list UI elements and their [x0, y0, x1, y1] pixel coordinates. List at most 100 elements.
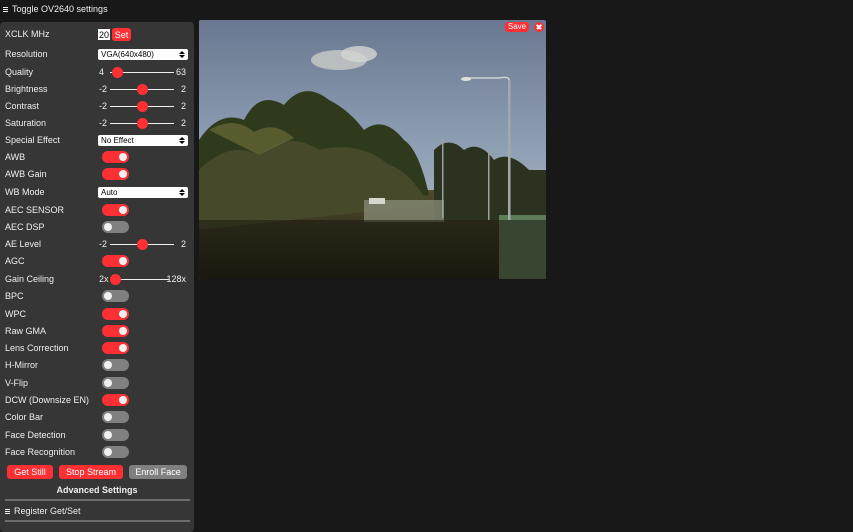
toggle-knob — [119, 327, 127, 335]
gain-ceiling-max: 128x — [166, 274, 186, 284]
camera-scene — [199, 20, 546, 279]
ae-level-label: AE Level — [5, 239, 42, 249]
advanced-settings-title: Advanced Settings — [56, 485, 138, 495]
quality-slider[interactable] — [110, 67, 174, 78]
awb-gain-toggle[interactable] — [102, 168, 129, 180]
gain-ceiling-label: Gain Ceiling — [5, 274, 55, 284]
toggle-knob — [119, 153, 127, 161]
face-recognition-row: Face Recognition — [5, 444, 191, 461]
toggle-knob — [119, 206, 127, 214]
saturation-row: Saturation -2 2 — [5, 115, 191, 132]
dcw-label: DCW (Downsize EN) — [5, 395, 90, 405]
ae-level-slider[interactable] — [110, 239, 174, 250]
toggle-knob — [104, 223, 112, 231]
gain-ceiling-slider-knob[interactable] — [110, 274, 121, 285]
quality-slider-knob[interactable] — [111, 67, 123, 78]
resolution-label: Resolution — [5, 49, 48, 59]
wpc-row: WPC — [5, 306, 191, 323]
brightness-slider-knob[interactable] — [137, 84, 148, 95]
divider — [5, 499, 190, 501]
toggle-knob — [104, 379, 112, 387]
special-effect-select[interactable]: No Effect — [98, 135, 188, 146]
settings-panel: XCLK MHz Set Resolution VGA(640x480) Qua… — [0, 22, 194, 532]
xclk-label: XCLK MHz — [5, 29, 50, 39]
color-bar-toggle[interactable] — [102, 411, 129, 423]
h-mirror-toggle[interactable] — [102, 359, 129, 371]
contrast-slider[interactable] — [110, 101, 174, 112]
resolution-select[interactable]: VGA(640x480) — [98, 49, 188, 60]
aec-dsp-row: AEC DSP — [5, 219, 191, 236]
xclk-input[interactable] — [98, 29, 110, 40]
gain-ceiling-slider[interactable] — [110, 274, 169, 285]
ae-level-min: -2 — [99, 239, 108, 249]
wb-mode-row: WB Mode Auto — [5, 184, 191, 201]
select-arrows-icon — [179, 135, 185, 146]
toggle-settings-label: Toggle OV2640 settings — [12, 4, 108, 14]
dcw-row: DCW (Downsize EN) — [5, 392, 191, 409]
awb-gain-row: AWB Gain — [5, 166, 191, 183]
ae-level-max: 2 — [180, 239, 186, 249]
dcw-toggle[interactable] — [102, 394, 129, 406]
wb-mode-select[interactable]: Auto — [98, 187, 188, 198]
v-flip-row: V-Flip — [5, 375, 191, 392]
ae-level-slider-knob[interactable] — [137, 239, 148, 250]
toggle-knob — [104, 448, 112, 456]
resolution-row: Resolution VGA(640x480) — [5, 46, 191, 63]
contrast-min: -2 — [99, 101, 108, 111]
top-bar: Toggle OV2640 settings — [0, 0, 853, 20]
saturation-max: 2 — [180, 118, 186, 128]
v-flip-toggle[interactable] — [102, 377, 129, 389]
face-detection-label: Face Detection — [5, 430, 66, 440]
enroll-face-button[interactable]: Enroll Face — [129, 465, 187, 479]
stop-stream-button[interactable]: Stop Stream — [59, 465, 123, 479]
quality-label: Quality — [5, 67, 34, 77]
xclk-row: XCLK MHz Set — [5, 26, 191, 43]
lens-correction-row: Lens Correction — [5, 340, 191, 357]
face-recognition-label: Face Recognition — [5, 447, 76, 457]
saturation-slider-knob[interactable] — [137, 118, 148, 129]
face-detection-toggle[interactable] — [102, 429, 129, 441]
close-icon[interactable] — [534, 22, 544, 32]
save-button[interactable]: Save — [505, 22, 529, 32]
awb-toggle[interactable] — [102, 151, 129, 163]
face-detection-row: Face Detection — [5, 427, 191, 444]
contrast-row: Contrast -2 2 — [5, 98, 191, 115]
face-recognition-toggle[interactable] — [102, 446, 129, 458]
toggle-knob — [119, 396, 127, 404]
quality-max: 63 — [175, 67, 186, 77]
bpc-toggle[interactable] — [102, 290, 129, 302]
lens-correction-toggle[interactable] — [102, 342, 129, 354]
aec-sensor-toggle[interactable] — [102, 204, 129, 216]
aec-sensor-label: AEC SENSOR — [5, 205, 65, 215]
awb-row: AWB — [5, 149, 191, 166]
quality-min: 4 — [99, 67, 105, 77]
raw-gma-toggle[interactable] — [102, 325, 129, 337]
toggle-knob — [119, 344, 127, 352]
saturation-slider[interactable] — [110, 118, 174, 129]
wpc-toggle[interactable] — [102, 308, 129, 320]
register-get-set-toggle[interactable]: Register Get/Set — [5, 506, 81, 517]
lens-correction-label: Lens Correction — [5, 343, 69, 353]
toggle-knob — [119, 310, 127, 318]
divider — [5, 520, 190, 522]
aec-dsp-toggle[interactable] — [102, 221, 129, 233]
toggle-settings-button[interactable]: Toggle OV2640 settings — [3, 4, 108, 15]
quality-row: Quality 4 63 — [5, 64, 191, 81]
brightness-row: Brightness -2 2 — [5, 81, 191, 98]
contrast-slider-knob[interactable] — [137, 101, 148, 112]
ae-level-row: AE Level -2 2 — [5, 236, 191, 253]
select-arrows-icon — [179, 187, 185, 198]
brightness-slider[interactable] — [110, 84, 174, 95]
awb-gain-label: AWB Gain — [5, 169, 47, 179]
h-mirror-row: H-Mirror — [5, 357, 191, 374]
special-effect-row: Special Effect No Effect — [5, 132, 191, 149]
special-effect-label: Special Effect — [5, 135, 60, 145]
xclk-set-button[interactable]: Set — [112, 28, 131, 41]
wb-mode-label: WB Mode — [5, 187, 45, 197]
get-still-button[interactable]: Get Still — [7, 465, 53, 479]
agc-toggle[interactable] — [102, 255, 129, 267]
wb-mode-select-value: Auto — [101, 188, 118, 197]
color-bar-label: Color Bar — [5, 412, 44, 422]
menu-icon — [5, 509, 10, 514]
toggle-knob — [104, 431, 112, 439]
